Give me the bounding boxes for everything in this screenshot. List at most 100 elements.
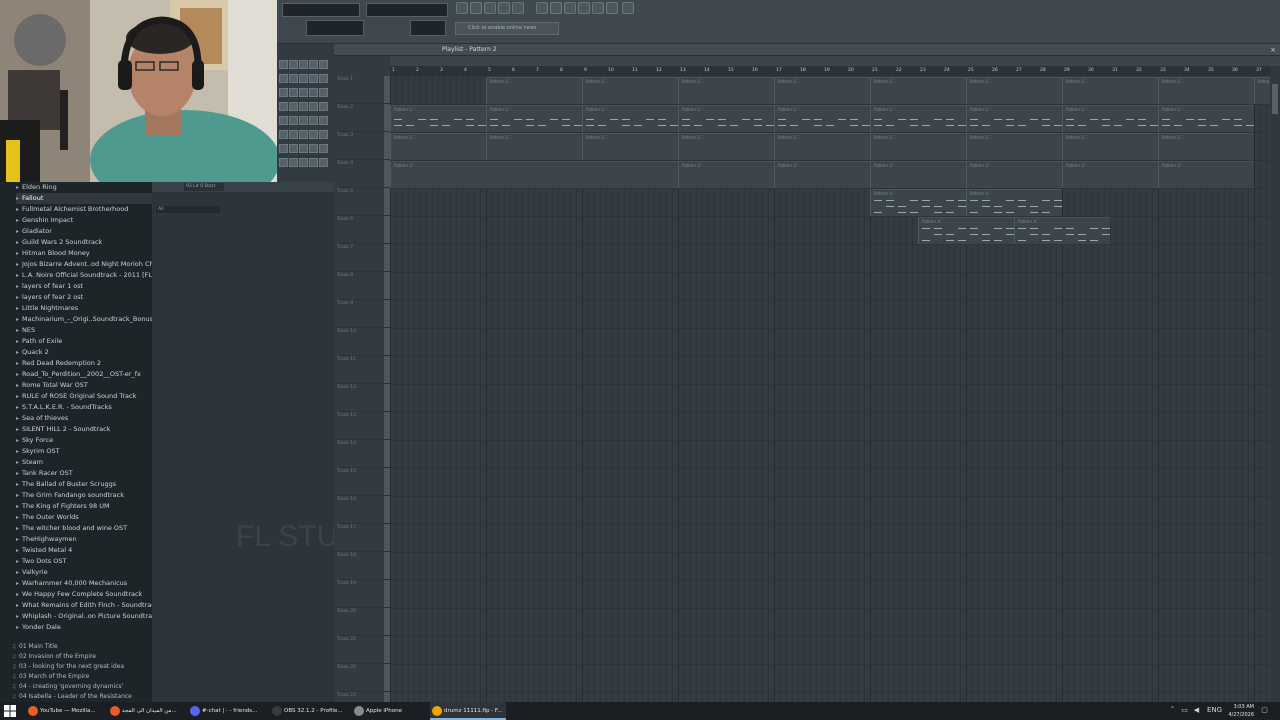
step-pad[interactable] <box>289 102 298 111</box>
browser-file-item[interactable]: ♫ 03 - looking for the next great idea <box>12 662 152 672</box>
track-label[interactable]: Track 5 <box>337 188 387 216</box>
step-pad[interactable] <box>299 74 308 83</box>
channel-rack-title[interactable]: 93 Lit 0 Start <box>184 183 224 191</box>
browser-folder-item[interactable]: ▸ TheHighwaymen <box>16 534 152 545</box>
pattern-clip[interactable]: Pattern 4 <box>1014 217 1110 244</box>
language-indicator[interactable]: ENG <box>1207 706 1222 715</box>
step-pad[interactable] <box>279 88 288 97</box>
track-label[interactable]: Track 14 <box>337 440 387 468</box>
pattern-clip[interactable]: Pattern 3 <box>1158 161 1254 188</box>
tb-button-3[interactable] <box>484 2 496 14</box>
browser-folder-item[interactable]: ▸ Quack 2 <box>16 347 152 358</box>
pattern-clip[interactable]: Pattern 2 <box>582 77 678 104</box>
taskbar-app[interactable]: من الميدان الى المجد... <box>108 702 184 720</box>
track-label[interactable]: Track 21 <box>337 636 387 664</box>
pattern-clip[interactable]: Pattern 2 <box>870 77 966 104</box>
browser-file-item[interactable]: ♫ 04 - creating 'governing dynamics' <box>12 682 152 692</box>
browser-folder-item[interactable]: ▸ Little Nightmares <box>16 303 152 314</box>
transport-panel[interactable] <box>306 20 364 36</box>
step-pad[interactable] <box>319 144 328 153</box>
track-label[interactable]: Track 15 <box>337 468 387 496</box>
browser-folder-item[interactable]: ▸ SILENT HILL 2 - Soundtrack <box>16 424 152 435</box>
track-label[interactable]: Track 12 <box>337 384 387 412</box>
song-position-display[interactable] <box>282 3 360 17</box>
pattern-clip[interactable]: Pattern 2 <box>1158 133 1254 160</box>
browser-folder-item[interactable]: ▸ The Outer Worlds <box>16 512 152 523</box>
browser-folder-item[interactable]: ▸ What Remains of Edith Finch - Soundtrac… <box>16 600 152 611</box>
taskbar-app[interactable]: Apple iPhone <box>352 702 424 720</box>
browser-folder-item[interactable]: ▸ L.A. Noire Official Soundtrack - 2011 [… <box>16 270 152 281</box>
playlist-titlebar[interactable]: Playlist - Pattern 2 × <box>334 44 1280 56</box>
step-pad[interactable] <box>299 60 308 69</box>
browser-folder-item[interactable]: ▸ layers of fear 2 ost <box>16 292 152 303</box>
step-pad[interactable] <box>309 144 318 153</box>
track-label[interactable]: Track 18 <box>337 552 387 580</box>
browser-folder-item[interactable]: ▸ Whiplash - Original..on Picture Soundtr… <box>16 611 152 622</box>
track-label[interactable]: Track 17 <box>337 524 387 552</box>
browser-folder-item[interactable]: ▸ Hitman Blood Money <box>16 248 152 259</box>
browser-folder-item[interactable]: ▸ Elden Ring <box>16 182 152 193</box>
track-label[interactable]: Track 16 <box>337 496 387 524</box>
pattern-clip[interactable]: Pattern 2 <box>1062 77 1158 104</box>
step-pad[interactable] <box>309 74 318 83</box>
channel-rack-view-button[interactable] <box>564 2 576 14</box>
pattern-clip[interactable]: Pattern 2 <box>1254 77 1270 104</box>
browser-folder-item[interactable]: ▸ Path of Exile <box>16 336 152 347</box>
pattern-clip[interactable]: Pattern 1 <box>966 105 1062 132</box>
step-pad[interactable] <box>279 130 288 139</box>
step-pad[interactable] <box>309 130 318 139</box>
pattern-clip[interactable]: Pattern 2 <box>678 77 774 104</box>
step-pad[interactable] <box>279 144 288 153</box>
step-pad[interactable] <box>309 116 318 125</box>
pattern-clip[interactable]: Pattern 1 <box>1158 105 1254 132</box>
taskbar-app[interactable]: #-chat | · - friends... <box>188 702 266 720</box>
tray-overflow-icon[interactable]: ˄ <box>1168 706 1177 715</box>
tb-button-5[interactable] <box>512 2 524 14</box>
browser-folder-item[interactable]: ▸ Yonder Dale <box>16 622 152 633</box>
browser-file-item[interactable]: ♫ 04 Isabella - Leader of the Resistance <box>12 692 152 702</box>
browser-folder-item[interactable]: ▸ Road_To_Perdition__2002__OST-er_fx <box>16 369 152 380</box>
step-pad[interactable] <box>309 60 318 69</box>
step-pad[interactable] <box>289 74 298 83</box>
step-pad[interactable] <box>319 74 328 83</box>
taskbar-app[interactable]: drumz 11111.flp - F... <box>430 702 506 720</box>
track-label[interactable]: Track 20 <box>337 608 387 636</box>
browser-folder-item[interactable]: ▸ The Grim Fandango soundtrack <box>16 490 152 501</box>
browser-folder-item[interactable]: ▸ Warhammer 40,000 Mechanicus <box>16 578 152 589</box>
pattern-clip[interactable]: Pattern 2 <box>870 133 966 160</box>
pattern-clip[interactable]: Pattern 2 <box>774 133 870 160</box>
step-pad[interactable] <box>279 60 288 69</box>
track-label[interactable]: Track 9 <box>337 300 387 328</box>
pattern-clip[interactable]: Pattern 1 <box>678 105 774 132</box>
pattern-clip[interactable]: Pattern 1 <box>390 105 486 132</box>
tb-button-4[interactable] <box>498 2 510 14</box>
browser-folder-item[interactable]: ▸ Jojos Bizarre Advent..od Night Morioh C… <box>16 259 152 270</box>
browser-folder-item[interactable]: ▸ Valkyrie <box>16 567 152 578</box>
taskbar-app[interactable]: OBS 32.1.2 - Profile... <box>270 702 348 720</box>
step-pad[interactable] <box>279 158 288 167</box>
playlist-view-button[interactable] <box>536 2 548 14</box>
pattern-clip[interactable]: Pattern 3 <box>678 161 774 188</box>
browser-folder-item[interactable]: ▸ Sky Force <box>16 435 152 446</box>
volume-icon[interactable]: ◀ <box>1192 706 1201 715</box>
step-pad[interactable] <box>299 116 308 125</box>
track-label[interactable]: Track 11 <box>337 356 387 384</box>
track-label[interactable]: Track 8 <box>337 272 387 300</box>
pattern-clip[interactable]: Pattern 4 <box>870 189 966 216</box>
step-pad[interactable] <box>319 158 328 167</box>
step-pad[interactable] <box>319 116 328 125</box>
pattern-clip[interactable]: Pattern 2 <box>1158 77 1254 104</box>
browser-folder-item[interactable]: ▸ Machinarium_-_Origi..Soundtrack_Bonus_E… <box>16 314 152 325</box>
pattern-clip[interactable]: Pattern 3 <box>774 161 870 188</box>
step-pad[interactable] <box>289 130 298 139</box>
browser-folder-item[interactable]: ▸ Rome Total War OST <box>16 380 152 391</box>
pattern-clip[interactable]: Pattern 2 <box>966 77 1062 104</box>
step-pad[interactable] <box>309 102 318 111</box>
windows-start-icon[interactable] <box>4 705 16 717</box>
pattern-clip[interactable]: Pattern 4 <box>918 217 1014 244</box>
track-label[interactable]: Track 1 <box>337 76 387 104</box>
pattern-clip[interactable]: Pattern 2 <box>390 133 486 160</box>
network-icon[interactable]: ▭ <box>1180 706 1189 715</box>
step-pad[interactable] <box>279 74 288 83</box>
track-label[interactable]: Track 22 <box>337 664 387 692</box>
